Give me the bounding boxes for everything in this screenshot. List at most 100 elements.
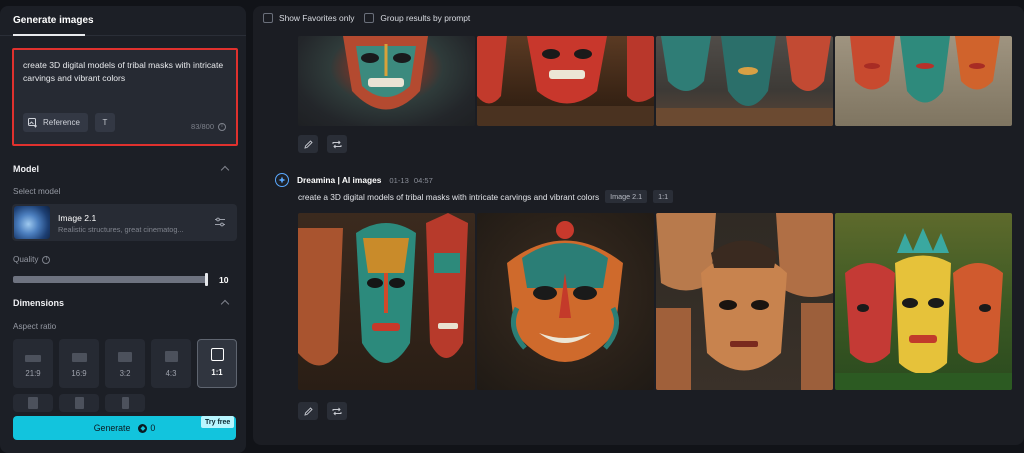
dreamina-logo-icon [275,173,289,187]
tribal-mask-image [656,36,833,126]
pencil-icon [303,406,313,416]
edit-button[interactable] [298,135,318,153]
regenerate-button[interactable] [327,135,347,153]
tribal-mask-image [835,228,1012,390]
ratio-option-1-1[interactable]: 1:1 [197,339,237,388]
ratio-portrait-icon [121,397,129,409]
sidebar: Generate images create 3D digital models… [0,6,246,453]
quality-text: Quality [13,255,39,264]
ratio-option-4-3[interactable]: 4:3 [151,339,191,388]
app-window: Generate images create 3D digital models… [0,0,1024,453]
result-image[interactable] [298,213,475,390]
try-free-badge: Try free [201,416,235,428]
ratio-option-21-9[interactable]: 21:9 [13,339,53,388]
image-add-icon [28,117,37,127]
ratio-option-more[interactable] [59,394,99,412]
model-thumbnail [14,206,50,239]
tribal-mask-image [477,36,654,126]
info-icon[interactable]: i [42,255,51,264]
quality-slider-track[interactable] [13,276,207,283]
result-entry-header: Dreamina | AI images 01-13 04:57 [275,173,433,187]
tribal-mask-image [656,213,833,390]
result-image[interactable] [835,36,1012,126]
regenerate-button[interactable] [327,402,347,420]
favorites-label: Show Favorites only [279,13,355,23]
settings-sliders-icon[interactable] [215,217,225,227]
group-filter[interactable]: Group results by prompt [364,13,470,23]
quality-value: 10 [219,275,229,285]
model-tag: Image 2.1 [605,190,648,203]
tribal-mask-image [298,213,468,366]
reference-button[interactable]: Reference [23,113,88,132]
dimensions-section-title: Dimensions [13,298,65,308]
result-image[interactable] [477,36,654,126]
ratio-21-9-icon [25,355,41,362]
generate-label: Generate [93,423,131,433]
prompt-text[interactable]: create 3D digital models of tribal masks… [23,59,226,85]
text-tool-button[interactable]: T [95,113,115,132]
favorites-checkbox[interactable] [263,13,273,23]
select-model-label: Select model [13,187,60,196]
tribal-mask-image [850,36,1000,103]
model-section-title: Model [13,164,39,174]
chevron-up-icon[interactable] [220,299,230,309]
reference-label: Reference [43,118,80,127]
pencil-icon [303,139,313,149]
ratio-tag: 1:1 [653,190,674,203]
ratio-1-1-icon [210,348,224,361]
aspect-ratio-label: Aspect ratio [13,322,56,331]
ratio-option-more[interactable] [13,394,53,412]
results-panel: Show Favorites only Group results by pro… [253,6,1024,445]
char-count-text: 83/800 [191,122,214,131]
result-image[interactable] [656,213,833,390]
entry-time: 04:57 [413,175,433,185]
entry-prompt-line: create a 3D digital models of tribal mas… [298,190,674,203]
ratio-option-16-9[interactable]: 16:9 [59,339,99,388]
info-icon[interactable]: i [218,122,226,131]
model-selector[interactable]: Image 2.1 Realistic structures, great ci… [12,204,237,241]
previous-result-images [298,36,1012,126]
tribal-mask-image [343,36,428,110]
current-result-images [298,213,1012,390]
ratio-3-2-icon [118,352,132,362]
group-checkbox[interactable] [364,13,375,23]
repeat-icon [332,407,342,415]
group-label: Group results by prompt [380,13,471,23]
entry-prompt-text: create a 3D digital models of tribal mas… [298,191,600,202]
edit-button[interactable] [298,402,318,420]
char-counter: 83/800 i [191,122,226,131]
ratio-label: 1:1 [211,368,223,377]
credit-coin-icon: ◆ [138,423,148,433]
tribal-mask-image [507,221,623,362]
tab-generate-images[interactable]: Generate images [0,6,246,36]
cost-value: 0 [150,423,156,433]
quality-label: Quality i [13,255,51,264]
ratio-option-more[interactable] [105,394,145,412]
prompt-box[interactable]: create 3D digital models of tribal masks… [12,48,238,146]
text-tool-icon: T [102,118,108,127]
ratio-label: 4:3 [165,369,177,378]
source-name: Dreamina | AI images [297,175,382,185]
ratio-portrait-icon [28,397,38,409]
ratio-label: 16:9 [71,369,87,378]
entry-date: 01-13 [389,175,409,185]
ratio-4-3-icon [164,351,178,362]
result-image[interactable] [477,213,654,390]
ratio-16-9-icon [71,353,87,362]
results-filter-bar: Show Favorites only Group results by pro… [263,13,470,23]
ratio-label: 3:2 [119,369,131,378]
result-image[interactable] [656,36,833,126]
favorites-filter[interactable]: Show Favorites only [263,13,354,23]
ratio-portrait-icon [74,397,84,409]
result-image[interactable] [298,36,475,126]
repeat-icon [332,140,342,148]
result-image[interactable] [835,213,1012,390]
select-model-text: Select model [13,187,61,196]
generate-cost: ◆ 0 [138,423,155,433]
model-description: Realistic structures, great cinematog... [58,225,184,234]
chevron-up-icon[interactable] [220,165,230,175]
quality-slider-handle[interactable] [205,273,208,286]
ratio-option-3-2[interactable]: 3:2 [105,339,145,388]
model-name: Image 2.1 [58,213,97,223]
tab-label: Generate images [13,15,94,26]
